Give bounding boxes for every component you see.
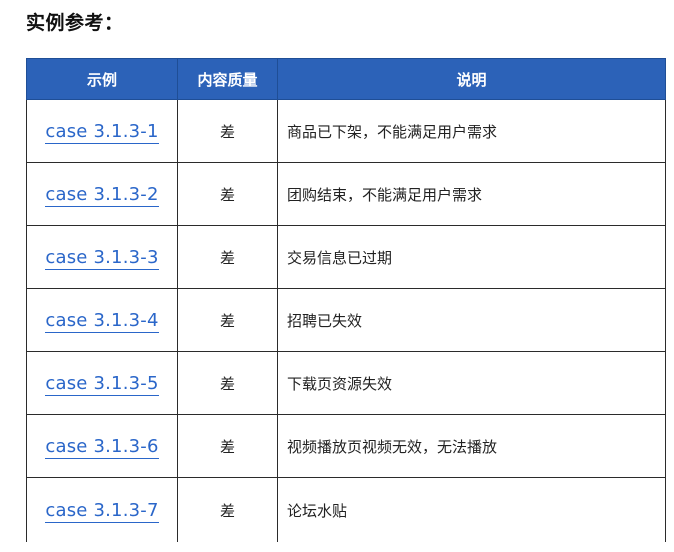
quality-cell: 差: [177, 288, 278, 352]
quality-cell: 差: [177, 99, 278, 163]
cases-table: 示例 内容质量 说明 case 3.1.3-1 差 商品已下架，不能满足用户需求…: [26, 58, 666, 542]
column-header-quality: 内容质量: [177, 58, 278, 100]
table-row: case 3.1.3-3 差 交易信息已过期: [26, 225, 666, 289]
example-cell: case 3.1.3-3: [26, 225, 178, 289]
description-cell: 论坛水贴: [277, 477, 666, 542]
table-header-row: 示例 内容质量 说明: [26, 58, 666, 100]
example-cell: case 3.1.3-2: [26, 162, 178, 226]
quality-cell: 差: [177, 477, 278, 542]
column-header-example: 示例: [26, 58, 178, 100]
description-cell: 视频播放页视频无效，无法播放: [277, 414, 666, 478]
description-cell: 团购结束，不能满足用户需求: [277, 162, 666, 226]
case-link[interactable]: case 3.1.3-7: [45, 499, 159, 523]
case-link[interactable]: case 3.1.3-5: [45, 372, 159, 396]
quality-cell: 差: [177, 225, 278, 289]
section-heading: 实例参考：: [26, 12, 124, 34]
table-row: case 3.1.3-1 差 商品已下架，不能满足用户需求: [26, 99, 666, 163]
description-cell: 招聘已失效: [277, 288, 666, 352]
quality-cell: 差: [177, 414, 278, 478]
case-link[interactable]: case 3.1.3-6: [45, 435, 159, 459]
example-cell: case 3.1.3-5: [26, 351, 178, 415]
case-link[interactable]: case 3.1.3-3: [45, 246, 159, 270]
quality-cell: 差: [177, 162, 278, 226]
column-header-description: 说明: [277, 58, 666, 100]
table-row: case 3.1.3-7 差 论坛水贴: [26, 477, 666, 542]
table-row: case 3.1.3-6 差 视频播放页视频无效，无法播放: [26, 414, 666, 478]
description-cell: 商品已下架，不能满足用户需求: [277, 99, 666, 163]
quality-cell: 差: [177, 351, 278, 415]
description-cell: 交易信息已过期: [277, 225, 666, 289]
table-row: case 3.1.3-5 差 下载页资源失效: [26, 351, 666, 415]
example-cell: case 3.1.3-1: [26, 99, 178, 163]
example-cell: case 3.1.3-4: [26, 288, 178, 352]
example-cell: case 3.1.3-6: [26, 414, 178, 478]
table-row: case 3.1.3-2 差 团购结束，不能满足用户需求: [26, 162, 666, 226]
case-link[interactable]: case 3.1.3-2: [45, 183, 159, 207]
case-link[interactable]: case 3.1.3-4: [45, 309, 159, 333]
case-link[interactable]: case 3.1.3-1: [45, 120, 159, 144]
table-row: case 3.1.3-4 差 招聘已失效: [26, 288, 666, 352]
description-cell: 下载页资源失效: [277, 351, 666, 415]
example-cell: case 3.1.3-7: [26, 477, 178, 542]
